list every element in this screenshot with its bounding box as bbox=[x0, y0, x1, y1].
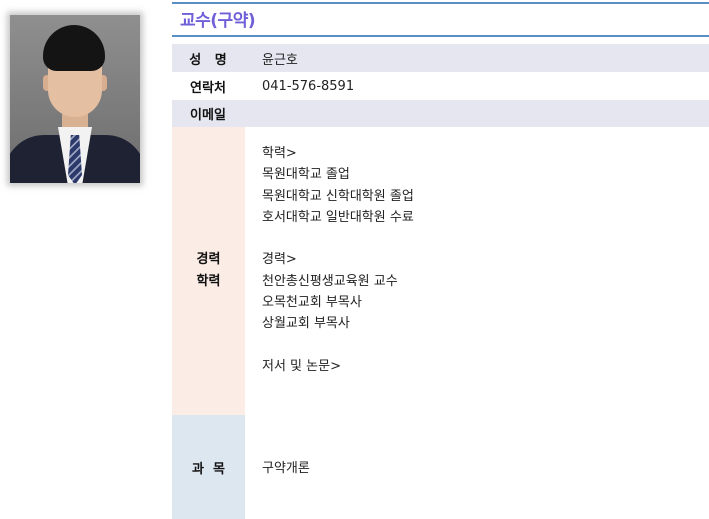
career-line: 저서 및 논문> bbox=[262, 358, 341, 374]
name-row: 성 명 윤근호 bbox=[172, 44, 709, 72]
career-line bbox=[262, 335, 702, 356]
contact-row: 연락처 041-576-8591 bbox=[172, 72, 709, 100]
career-line: 상월교회 부목사 bbox=[262, 316, 350, 332]
career-line bbox=[262, 228, 702, 249]
contact-label: 연락처 bbox=[190, 80, 226, 96]
name-label: 성 명 bbox=[189, 52, 227, 68]
email-row: 이메일 bbox=[172, 100, 709, 127]
career-line: 오목천교회 부목사 bbox=[262, 295, 362, 311]
course-value: 구약개론 bbox=[262, 461, 310, 476]
career-label-line1: 경력 bbox=[196, 252, 221, 267]
career-line: 호서대학교 일반대학원 수료 bbox=[262, 209, 414, 225]
course-label: 과 목 bbox=[172, 415, 245, 519]
career-line: 목원대학교 졸업 bbox=[262, 167, 350, 183]
career-line: 목원대학교 신학대학원 졸업 bbox=[262, 188, 414, 204]
career-line: 학력> bbox=[262, 146, 297, 161]
page-title: 교수(구약) bbox=[180, 11, 256, 31]
career-line: 천안총신평생교육원 교수 bbox=[262, 273, 398, 289]
email-label: 이메일 bbox=[190, 108, 226, 123]
photo-hair bbox=[43, 25, 105, 71]
career-label-line2: 학력 bbox=[196, 274, 221, 289]
career-line: 경력> bbox=[262, 252, 297, 268]
title-divider bbox=[172, 35, 709, 37]
name-value: 윤근호 bbox=[262, 52, 298, 68]
profile-photo bbox=[10, 15, 140, 183]
career-label: 경력 학력 bbox=[172, 127, 245, 415]
contact-value: 041-576-8591 bbox=[262, 78, 355, 94]
career-details: 학력> 목원대학교 졸업 목원대학교 신학대학원 졸업 호서대학교 일반대학원 … bbox=[262, 143, 702, 377]
top-divider bbox=[172, 2, 709, 4]
